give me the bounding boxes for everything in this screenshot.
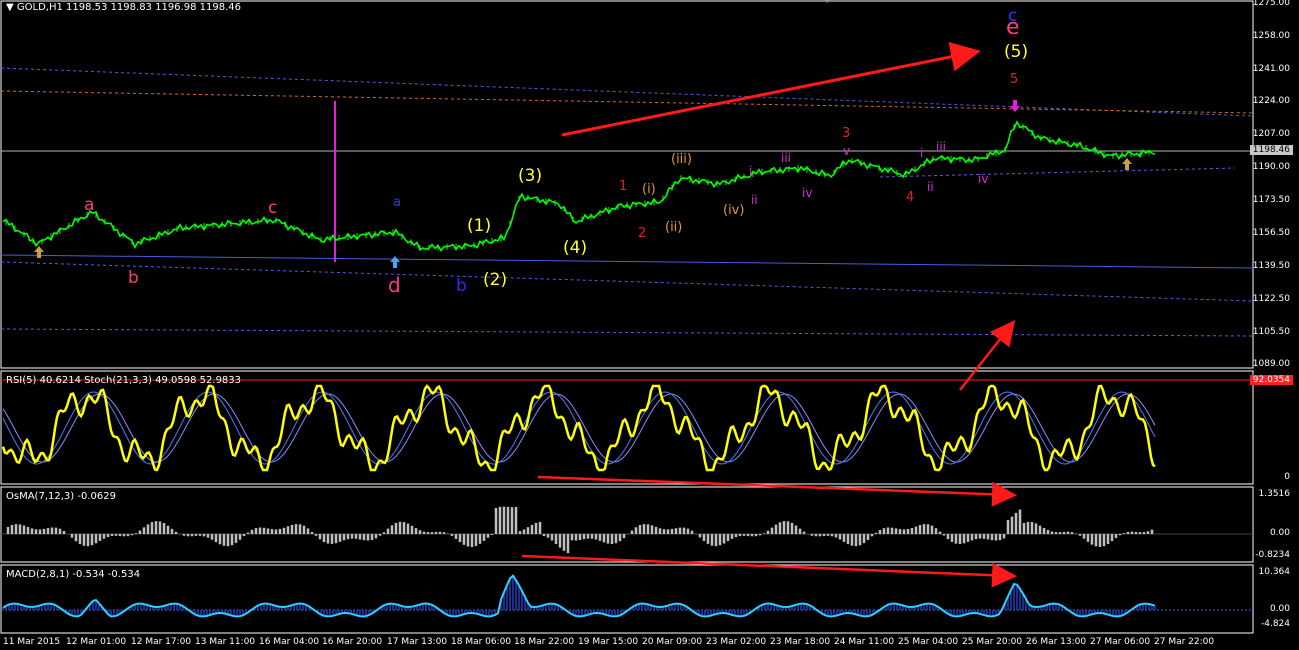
trend-arrow: [561, 42, 981, 137]
x-tick-label: 20 Mar 09:00: [642, 637, 703, 647]
wave-label: c: [268, 198, 278, 218]
y-tick-label: 1258.00: [1252, 31, 1290, 41]
x-tick-label: 27 Mar 06:00: [1090, 637, 1151, 647]
wave-label: e: [1006, 15, 1020, 40]
wave-label: i: [749, 164, 753, 178]
wave-label: (i): [642, 182, 656, 197]
x-tick-label: 25 Mar 20:00: [962, 637, 1023, 647]
symbol-title: GOLD,H1: [16, 2, 63, 13]
wave-4-line: [879, 167, 1236, 178]
wave-label: iii: [781, 151, 792, 165]
x-tick-label: 19 Mar 15:00: [578, 637, 639, 647]
x-tick-label: 18 Mar 06:00: [451, 637, 512, 647]
wave-label: 4: [906, 190, 915, 205]
wave-label: a: [84, 195, 95, 215]
ohlc-values: 1198.53 1198.83 1196.98 1198.46: [66, 2, 241, 13]
chart-canvas[interactable]: [0, 0, 1299, 650]
rsi-level-box: 92.0354: [1249, 375, 1293, 385]
wave-label: (3): [518, 166, 543, 186]
y-tick-label: 1275.00: [1252, 0, 1290, 8]
wave-label: ii: [751, 193, 758, 207]
x-tick-label: 23 Mar 02:00: [706, 637, 767, 647]
y-tick-label: 1105.50: [1252, 327, 1290, 337]
wave-label: (5): [1004, 42, 1029, 62]
wave-label: (4): [563, 238, 588, 258]
osma-title: OsMA(7,12,3) -0.0629: [6, 491, 116, 502]
x-tick-label: 26 Mar 13:00: [1026, 637, 1087, 647]
wave-label: (iv): [723, 203, 745, 218]
wave-label: (ii): [665, 220, 683, 235]
osma-tick: 1.3516: [1258, 489, 1291, 499]
y-tick-label: 1122.50: [1252, 294, 1290, 304]
y-tick-label: 1207.00: [1252, 129, 1290, 139]
wave-label: i: [920, 146, 924, 160]
x-tick-label: 24 Mar 11:00: [834, 637, 895, 647]
wave-label: 1: [619, 179, 628, 194]
y-tick-label: 1190.00: [1252, 162, 1290, 172]
stoch-main-line: [2, 391, 1156, 465]
x-tick-label: 12 Mar 01:00: [66, 637, 127, 647]
wave-label: b: [456, 276, 467, 296]
rsi-title: RSI(5) 40.6214 Stoch(21,3,3) 49.0598 52.…: [6, 375, 242, 386]
wave-label: v: [843, 144, 851, 158]
channel-lower-line: [0, 261, 1254, 302]
macd-pane-border: [0, 564, 1254, 634]
x-tick-label: 17 Mar 13:00: [387, 637, 448, 647]
macd-title: MACD(2,8,1) -0.534 -0.534: [6, 569, 141, 580]
dropdown-triangle-icon[interactable]: ▼: [6, 2, 14, 13]
x-tick-label: 27 Mar 22:00: [1154, 637, 1215, 647]
macd-tick: 10.364: [1258, 567, 1291, 577]
x-tick-label: 16 Mar 20:00: [322, 637, 383, 647]
osma-tick: 0.00: [1269, 528, 1290, 538]
symbol-header: ▼ GOLD,H1 1198.53 1198.83 1196.98 1198.4…: [6, 2, 241, 13]
wave-label: ii: [927, 180, 934, 194]
osma-histogram: [6, 506, 1154, 554]
wave-label: a: [393, 195, 401, 210]
y-tick-label: 1224.00: [1252, 96, 1290, 106]
x-tick-label: 25 Mar 04:00: [898, 637, 959, 647]
wave-label: (1): [467, 216, 492, 236]
current-price-box: 1198.46: [1249, 145, 1293, 155]
macd-tick: -4.824: [1260, 619, 1290, 629]
y-tick-label: 1139.50: [1252, 261, 1290, 271]
wave-label: (2): [483, 270, 508, 290]
support-line: [0, 254, 1254, 269]
x-tick-label: 18 Mar 22:00: [514, 637, 575, 647]
fractal-up-icon: [1122, 158, 1132, 170]
macd-tick: 0.00: [1269, 604, 1290, 614]
x-tick-label: 13 Mar 11:00: [195, 637, 256, 647]
fractal-up-icon: [34, 246, 44, 258]
wave-label: iv: [802, 186, 813, 200]
channel-upper-line: [0, 67, 1254, 117]
price-series: [2, 120, 1156, 253]
wave-label: iv: [978, 172, 989, 186]
x-tick-label: 12 Mar 17:00: [131, 637, 192, 647]
x-tick-label: 23 Mar 18:00: [770, 637, 831, 647]
wave-label: (iii): [671, 152, 692, 167]
x-tick-label: 11 Mar 2015: [3, 637, 61, 647]
channel-orange-line: [0, 90, 1254, 114]
osma-tick: -0.8234: [1255, 550, 1290, 560]
osma-pane-border: [0, 486, 1254, 563]
wave-label: 5: [1010, 72, 1019, 87]
wave-label: b: [128, 268, 139, 288]
price-line: [2, 120, 1156, 253]
wave-label: 3: [842, 126, 851, 141]
wave-label: 2: [638, 226, 647, 241]
channel-bottom-line: [0, 328, 1254, 337]
y-tick-label: 1156.50: [1252, 228, 1290, 238]
osma-divergence-arrow: [537, 475, 1017, 507]
y-tick-label: 1089.00: [1252, 359, 1290, 369]
macd-divergence-arrow: [521, 554, 1017, 588]
wave-label: iii: [936, 140, 947, 154]
rsi-zero-label: 0: [1284, 472, 1290, 482]
fractal-up-icon: [390, 256, 400, 268]
y-tick-label: 1241.00: [1252, 64, 1290, 74]
wave-label: d: [388, 273, 401, 297]
stochastic-series: [2, 391, 1156, 465]
x-tick-label: 16 Mar 04:00: [259, 637, 320, 647]
fractal-down-icon: [1010, 100, 1020, 112]
y-tick-label: 1173.50: [1252, 195, 1290, 205]
